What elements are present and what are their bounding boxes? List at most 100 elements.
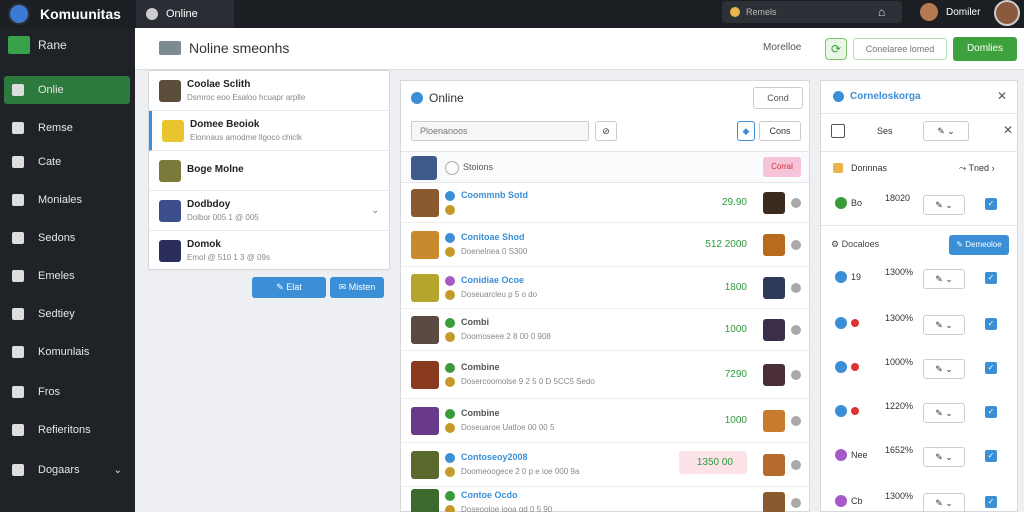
item-select[interactable]: ✎ ⌄ (923, 447, 965, 467)
sidebar-item-7[interactable]: Komunlais (4, 338, 130, 366)
chat-item[interactable]: Domee Beoiok Elonnaus amodme llgoco chicl… (149, 111, 389, 151)
item-checkbox[interactable]: ✓ (985, 406, 997, 418)
chat-name: Domee Beoiok (190, 119, 260, 130)
item-checkbox[interactable]: ✓ (985, 362, 997, 374)
sidebar-item-5[interactable]: Emeles (4, 262, 130, 290)
home-icon[interactable]: ⌂ (878, 5, 885, 19)
primary-button[interactable]: Domlies (953, 37, 1017, 61)
item-select[interactable]: ✎ ⌄ (923, 269, 965, 289)
sidebar-item-6[interactable]: Sedtiey (4, 300, 130, 328)
item-checkbox[interactable]: ✓ (985, 198, 997, 210)
section-label: Donnnas (851, 163, 888, 173)
checkbox[interactable] (831, 124, 845, 138)
filter-icon[interactable]: ⊘ (595, 121, 617, 141)
table-row[interactable]: Combi Doomoseee 2 8 00 0 908 1000 (401, 309, 809, 351)
code-button[interactable]: Cond (753, 87, 803, 109)
item-select[interactable]: ✎ ⌄ (923, 359, 965, 379)
row-name[interactable]: Conidiae Ocoe (461, 275, 524, 285)
profile-avatar[interactable] (994, 0, 1020, 26)
brand[interactable]: Komuunitas (8, 3, 121, 25)
section-header: Donnnas ⤳ Tned › (831, 161, 1011, 177)
row-name[interactable]: Coommnb Sotd (461, 190, 528, 200)
row-thumbnail (411, 274, 439, 302)
page-header: Noline smeonhs Morelloe ⟳ Conelaree lome… (135, 28, 1024, 70)
row-name[interactable]: Contoseoy2008 (461, 452, 528, 462)
row-name[interactable]: Contoe Ocdo (461, 490, 518, 500)
status-icon (835, 361, 847, 373)
item-select[interactable]: ✎ ⌄ (923, 493, 965, 512)
settings-select[interactable]: ✎ ⌄ (923, 121, 969, 141)
item-thumbnail (763, 234, 785, 256)
notes-link[interactable]: Morelloe (763, 42, 801, 53)
message-button[interactable]: ✉ Misten (330, 277, 384, 298)
more-icon[interactable] (791, 370, 801, 380)
more-icon[interactable] (791, 325, 801, 335)
sidebar-item-3[interactable]: Moniales (4, 186, 130, 214)
item-checkbox[interactable]: ✓ (985, 496, 997, 508)
sidebar-item-2[interactable]: Cate (4, 148, 130, 176)
sidebar-item-9[interactable]: Refieritons (4, 416, 130, 444)
chat-item[interactable]: Boge Molne (149, 151, 389, 191)
sidebar-item-label: Refieritons (38, 424, 91, 436)
item-checkbox[interactable]: ✓ (985, 272, 997, 284)
user-name: Domiler (946, 6, 981, 18)
sidebar-item-0[interactable]: Onlie (4, 76, 130, 104)
sidebar-home[interactable]: Rane (8, 36, 67, 54)
chat-item[interactable]: Coolae Sclith Dsmroc eoo Esaloo hcuapr ar… (149, 71, 389, 111)
user-menu[interactable]: Domiler (920, 3, 980, 21)
table-row[interactable]: Contoe Ocdo Doseooloe iooa gd 0 5 90 (401, 487, 809, 512)
alert-icon (851, 363, 859, 371)
settings-title-text: Corneloskorga (850, 91, 921, 102)
edit-button[interactable]: ✎ Elat (252, 277, 326, 298)
table-row[interactable]: Conidiae Ocoe Doseuarcleu p 5 o do 1800 (401, 267, 809, 309)
row-thumbnail (411, 316, 439, 344)
table-row[interactable]: Contoseoy2008 Doomeoogece 2 0 p e ioe 000… (401, 443, 809, 487)
coin-icon (445, 377, 455, 387)
row-name[interactable]: Combine (461, 408, 500, 418)
next-link[interactable]: ⤳ Tned › (959, 163, 995, 174)
panel-search-input[interactable]: Ploenanoos (411, 121, 589, 141)
row-thumbnail (411, 231, 439, 259)
row-subtitle: Doseuarcleu p 5 o do (461, 290, 538, 299)
status-badge[interactable]: Corral (763, 157, 801, 177)
item-checkbox[interactable]: ✓ (985, 318, 997, 330)
item-select[interactable]: ✎ ⌄ (923, 195, 965, 215)
sort-select[interactable]: Cons (759, 121, 801, 141)
table-row[interactable]: Coommnb Sotd 29.90 (401, 183, 809, 223)
directory-button[interactable]: ✎ Demeoloe (949, 235, 1009, 255)
remove-icon[interactable]: ✕ (1003, 123, 1013, 137)
online-status-button[interactable]: Online (136, 0, 234, 28)
table-row[interactable]: Conitoae Shod Doenelnea 0 S300 512 2000 (401, 223, 809, 267)
chat-item[interactable]: Domok Emol @ 510 1 3 @ 09s (149, 231, 389, 271)
sidebar-item-10[interactable]: Dogaars ⌄ (4, 456, 130, 484)
sidebar-item-4[interactable]: Sedons (4, 224, 130, 252)
more-icon[interactable] (791, 460, 801, 470)
item-select[interactable]: ✎ ⌄ (923, 403, 965, 423)
row-name[interactable]: Combi (461, 317, 489, 327)
global-search-input[interactable]: Remels (722, 1, 902, 23)
table-row[interactable]: Combine Doseuaroe Uatloe 00 00 5 1000 (401, 399, 809, 443)
more-icon[interactable] (791, 198, 801, 208)
more-icon[interactable] (791, 416, 801, 426)
sidebar-item-1[interactable]: Remse (4, 114, 130, 142)
chevron-down-icon[interactable]: ⌄ (371, 205, 379, 216)
select-all-checkbox[interactable] (445, 161, 459, 175)
table-row[interactable]: Combine Dosercoomolse 9 2 5 0 D 5CC5 Sedo… (401, 351, 809, 399)
sort-icon[interactable]: ◆ (737, 121, 755, 141)
row-name[interactable]: Conitoae Shod (461, 232, 525, 242)
row-name[interactable]: Combine (461, 362, 500, 372)
header-search-input[interactable]: Conelaree lomed (853, 38, 947, 60)
item-checkbox[interactable]: ✓ (985, 450, 997, 462)
sidebar-item-8[interactable]: Fros (4, 378, 130, 406)
more-icon[interactable] (791, 240, 801, 250)
item-select[interactable]: ✎ ⌄ (923, 315, 965, 335)
coin-icon (445, 247, 455, 257)
more-icon[interactable] (791, 283, 801, 293)
refresh-icon[interactable]: ⟳ (825, 38, 847, 60)
more-icon[interactable] (791, 498, 801, 508)
close-icon[interactable]: ✕ (997, 89, 1007, 103)
row-subtitle: Doomoseee 2 8 00 0 908 (461, 332, 551, 341)
item-percent: 1220% (885, 401, 914, 411)
bell-icon (12, 122, 24, 134)
chat-item[interactable]: Dodbdoy Dolbor 005 1 @ 005 ⌄ (149, 191, 389, 231)
